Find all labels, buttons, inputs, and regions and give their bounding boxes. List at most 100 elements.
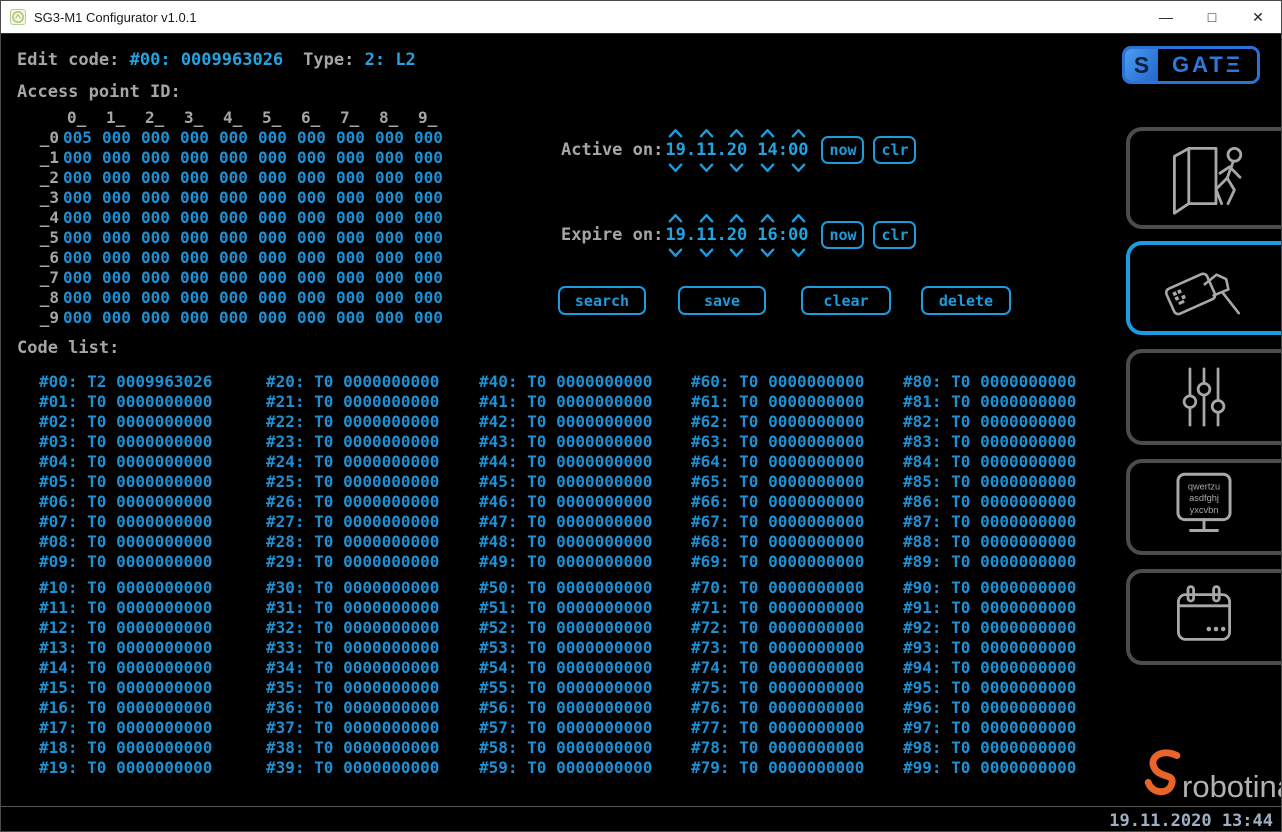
code-entry[interactable]: #91: T0 0000000000	[903, 598, 1076, 618]
ap-cell[interactable]: 000	[176, 168, 215, 188]
spin-up-icon[interactable]	[727, 211, 747, 224]
active-now-button[interactable]: now	[821, 136, 864, 164]
code-entry[interactable]: #51: T0 0000000000	[479, 598, 652, 618]
code-entry[interactable]: #60: T0 0000000000	[691, 372, 864, 392]
minimize-button[interactable]: —	[1143, 1, 1189, 33]
ap-cell[interactable]: 000	[137, 288, 176, 308]
code-entry[interactable]: #85: T0 0000000000	[903, 472, 1076, 492]
code-entry[interactable]: #30: T0 0000000000	[266, 578, 439, 598]
code-entry[interactable]: #64: T0 0000000000	[691, 452, 864, 472]
code-entry[interactable]: #23: T0 0000000000	[266, 432, 439, 452]
code-entry[interactable]: #59: T0 0000000000	[479, 758, 652, 778]
code-entry[interactable]: #25: T0 0000000000	[266, 472, 439, 492]
ap-cell[interactable]: 000	[59, 268, 98, 288]
code-entry[interactable]: #13: T0 0000000000	[39, 638, 212, 658]
code-entry[interactable]: #90: T0 0000000000	[903, 578, 1076, 598]
spin-up-icon[interactable]	[788, 211, 808, 224]
date-segment-value[interactable]: 00	[788, 224, 808, 246]
date-segment-value[interactable]: 11.	[696, 139, 727, 161]
spin-up-icon[interactable]	[696, 211, 716, 224]
ap-cell[interactable]: 000	[137, 228, 176, 248]
code-entry[interactable]: #01: T0 0000000000	[39, 392, 212, 412]
ap-cell[interactable]: 000	[98, 208, 137, 228]
code-entry[interactable]: #99: T0 0000000000	[903, 758, 1076, 778]
code-entry[interactable]: #89: T0 0000000000	[903, 552, 1076, 572]
ap-cell[interactable]: 000	[371, 308, 410, 328]
code-entry[interactable]: #54: T0 0000000000	[479, 658, 652, 678]
code-entry[interactable]: #93: T0 0000000000	[903, 638, 1076, 658]
code-entry[interactable]: #37: T0 0000000000	[266, 718, 439, 738]
date-segment-value[interactable]: 11.	[696, 224, 727, 246]
code-entry[interactable]: #72: T0 0000000000	[691, 618, 864, 638]
ap-cell[interactable]: 000	[137, 168, 176, 188]
code-entry[interactable]: #03: T0 0000000000	[39, 432, 212, 452]
code-entry[interactable]: #55: T0 0000000000	[479, 678, 652, 698]
ap-cell[interactable]: 000	[176, 128, 215, 148]
code-entry[interactable]: #69: T0 0000000000	[691, 552, 864, 572]
ap-cell[interactable]: 000	[215, 168, 254, 188]
spin-down-icon[interactable]	[788, 161, 808, 174]
spin-down-icon[interactable]	[727, 246, 747, 259]
ap-cell[interactable]: 000	[176, 288, 215, 308]
code-entry[interactable]: #04: T0 0000000000	[39, 452, 212, 472]
code-entry[interactable]: #78: T0 0000000000	[691, 738, 864, 758]
close-button[interactable]: ✕	[1235, 1, 1281, 33]
code-entry[interactable]: #11: T0 0000000000	[39, 598, 212, 618]
ap-cell[interactable]: 000	[410, 168, 449, 188]
code-entry[interactable]: #38: T0 0000000000	[266, 738, 439, 758]
code-entry[interactable]: #70: T0 0000000000	[691, 578, 864, 598]
code-entry[interactable]: #02: T0 0000000000	[39, 412, 212, 432]
ap-cell[interactable]: 000	[176, 208, 215, 228]
ap-cell[interactable]: 000	[215, 128, 254, 148]
spin-down-icon[interactable]	[696, 161, 716, 174]
spin-down-icon[interactable]	[757, 161, 777, 174]
ap-cell[interactable]: 000	[59, 168, 98, 188]
spin-up-icon[interactable]	[757, 126, 777, 139]
ap-cell[interactable]: 000	[332, 208, 371, 228]
code-entry[interactable]: #82: T0 0000000000	[903, 412, 1076, 432]
ap-cell[interactable]: 000	[137, 268, 176, 288]
ap-cell[interactable]: 000	[293, 168, 332, 188]
clear-button[interactable]: clear	[801, 286, 891, 315]
spin-down-icon[interactable]	[757, 246, 777, 259]
ap-cell[interactable]: 000	[59, 308, 98, 328]
ap-cell[interactable]: 000	[332, 148, 371, 168]
code-entry[interactable]: #67: T0 0000000000	[691, 512, 864, 532]
ap-cell[interactable]: 000	[332, 268, 371, 288]
ap-cell[interactable]: 000	[332, 188, 371, 208]
code-entry[interactable]: #53: T0 0000000000	[479, 638, 652, 658]
ap-cell[interactable]: 000	[332, 168, 371, 188]
code-entry[interactable]: #83: T0 0000000000	[903, 432, 1076, 452]
sidebar-button-keyboard[interactable]: qwertzu asdfghj yxcvbn	[1126, 459, 1282, 555]
ap-cell[interactable]: 000	[332, 308, 371, 328]
maximize-button[interactable]: □	[1189, 1, 1235, 33]
code-entry[interactable]: #86: T0 0000000000	[903, 492, 1076, 512]
ap-cell[interactable]: 000	[137, 248, 176, 268]
ap-cell[interactable]: 000	[410, 148, 449, 168]
ap-cell[interactable]: 000	[98, 268, 137, 288]
save-button[interactable]: save	[678, 286, 766, 315]
spin-down-icon[interactable]	[727, 161, 747, 174]
code-entry[interactable]: #74: T0 0000000000	[691, 658, 864, 678]
ap-cell[interactable]: 000	[59, 288, 98, 308]
ap-cell[interactable]: 000	[293, 148, 332, 168]
ap-cell[interactable]: 000	[254, 308, 293, 328]
code-entry[interactable]: #26: T0 0000000000	[266, 492, 439, 512]
ap-cell[interactable]: 000	[254, 128, 293, 148]
ap-cell[interactable]: 000	[59, 248, 98, 268]
ap-cell[interactable]: 000	[137, 308, 176, 328]
search-button[interactable]: search	[558, 286, 646, 315]
date-segment-value[interactable]: 19.	[665, 139, 696, 161]
ap-cell[interactable]: 000	[59, 148, 98, 168]
code-entry[interactable]: #14: T0 0000000000	[39, 658, 212, 678]
code-entry[interactable]: #50: T0 0000000000	[479, 578, 652, 598]
ap-cell[interactable]: 000	[371, 148, 410, 168]
ap-cell[interactable]: 000	[293, 188, 332, 208]
ap-cell[interactable]: 000	[254, 148, 293, 168]
code-entry[interactable]: #92: T0 0000000000	[903, 618, 1076, 638]
ap-cell[interactable]: 000	[332, 248, 371, 268]
ap-cell[interactable]: 000	[254, 228, 293, 248]
active-clr-button[interactable]: clr	[873, 136, 916, 164]
code-entry[interactable]: #77: T0 0000000000	[691, 718, 864, 738]
expire-now-button[interactable]: now	[821, 221, 864, 249]
